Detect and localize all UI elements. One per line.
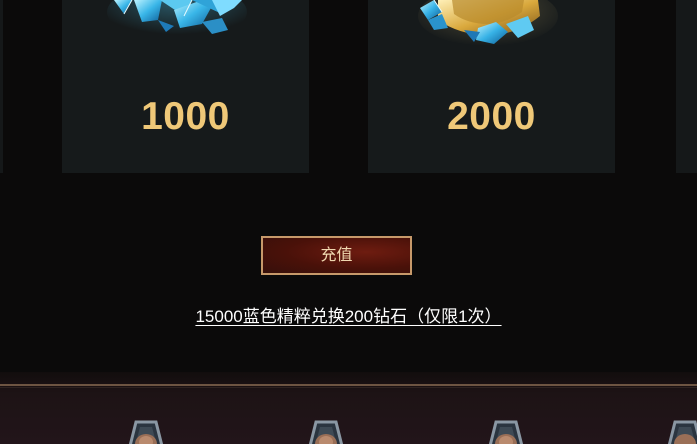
package-amount: 1000 <box>141 95 230 138</box>
crystal-gold-chest-icon <box>418 0 558 46</box>
panel-trim-shadow <box>0 387 697 388</box>
diamond-package-card-2000[interactable]: 2000 <box>368 0 615 173</box>
recharge-button[interactable]: 充值 <box>261 236 412 275</box>
offscreen-card-left[interactable] <box>0 0 3 173</box>
rank-emblem-icon[interactable] <box>645 414 697 444</box>
rank-emblem-icon[interactable] <box>466 414 546 444</box>
rank-emblem-icon[interactable] <box>286 414 366 444</box>
rank-emblem-icon[interactable] <box>106 414 186 444</box>
diamond-package-card-1000[interactable]: 1000 <box>62 0 309 173</box>
package-amount: 2000 <box>447 95 536 138</box>
exchange-essence-link[interactable]: 15000蓝色精粹兑换200钻石（仅限1次） <box>195 307 501 326</box>
crystal-pile-icon <box>107 0 247 40</box>
offscreen-card-right[interactable] <box>676 0 697 173</box>
recharge-page: 1000 2000 充值 15000蓝色精粹兑换200钻石（仅限1次） <box>0 0 697 444</box>
exchange-essence-row: 15000蓝色精粹兑换200钻石（仅限1次） <box>0 306 697 328</box>
panel-trim-divider <box>0 384 697 386</box>
bottom-panel <box>0 372 697 444</box>
